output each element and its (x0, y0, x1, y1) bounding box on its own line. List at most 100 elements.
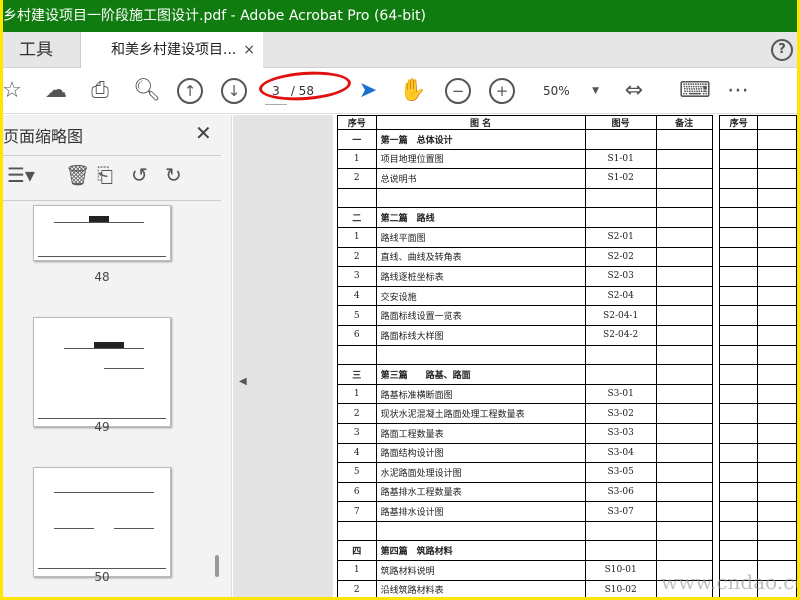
row-code (584, 207, 657, 228)
close-tab-icon[interactable]: × (243, 32, 255, 68)
row-remark (655, 501, 713, 522)
row-no-2 (719, 520, 758, 542)
row-remark (655, 266, 713, 287)
row-name: 项目地理位置图 (375, 148, 586, 170)
row-name (375, 520, 586, 542)
row-no-2 (719, 383, 758, 405)
help-icon[interactable]: ? (771, 39, 793, 61)
thumb-mark (38, 418, 166, 419)
row-blank (757, 383, 797, 405)
find-zoom-icon[interactable]: 🔍︎ (133, 78, 161, 104)
gap (711, 501, 721, 522)
row-no: 1 (337, 560, 377, 581)
table-row: 2 直线、曲线及转角表 S2-02 (337, 246, 797, 268)
insert-page-icon[interactable]: ⎗ (97, 163, 113, 187)
row-name: 总说明书 (375, 168, 586, 189)
row-blank (757, 481, 797, 503)
row-remark (655, 364, 713, 385)
row-no-2 (719, 266, 758, 287)
thumbnail-label: 50 (94, 570, 110, 584)
next-page-icon[interactable]: ↓ (221, 78, 247, 104)
table-row: 3 路线逐桩坐标表 S2-03 (337, 266, 797, 287)
row-no-2 (719, 442, 758, 464)
row-no-2 (719, 207, 758, 228)
bookmark-star-icon[interactable]: ☆ (3, 78, 25, 104)
row-no-2 (719, 364, 758, 385)
page-thumbnail-50[interactable] (33, 467, 171, 577)
page-thumbnail-49[interactable] (33, 317, 171, 427)
row-code: S3-02 (584, 403, 657, 424)
row-blank (757, 462, 797, 483)
panel-scrollbar[interactable] (215, 555, 219, 577)
row-no: 2 (337, 168, 377, 189)
row-remark (655, 305, 713, 326)
row-name: 路线平面图 (375, 226, 586, 248)
table-row: 二第二篇 路线 (337, 207, 797, 228)
row-blank (757, 501, 797, 522)
table-row: 2 总说明书 S1-02 (337, 168, 797, 189)
gap (711, 227, 721, 248)
print-icon[interactable]: ⎙ (87, 78, 113, 104)
row-remark (655, 207, 713, 228)
rotate-right-icon[interactable]: ↻ (165, 163, 182, 187)
rotate-left-icon[interactable]: ↺ (131, 163, 148, 187)
header-name: 图 名 (375, 115, 586, 130)
options-menu-icon[interactable]: ☰▾ (7, 163, 35, 187)
collapse-panel-icon[interactable]: ◀ (239, 376, 247, 387)
gap (711, 325, 721, 346)
previous-page-icon[interactable]: ↑ (177, 78, 203, 104)
zoom-out-icon[interactable]: − (445, 78, 471, 104)
table-row: 四第四篇 筑路材料 (337, 540, 797, 562)
row-remark (655, 129, 713, 150)
header-code: 图号 (584, 115, 657, 130)
row-code (584, 129, 657, 150)
delete-page-icon[interactable]: 🗑︎ (65, 163, 90, 187)
row-code: S10-01 (584, 560, 657, 581)
close-panel-icon[interactable]: ✕ (195, 121, 212, 145)
row-no-2 (719, 148, 758, 170)
row-code (584, 364, 657, 385)
gap (711, 521, 721, 541)
row-no-2 (719, 324, 758, 346)
hand-tool-icon[interactable]: ✋ (399, 78, 426, 104)
gap (711, 384, 721, 404)
row-blank (757, 187, 797, 209)
thumb-mark (38, 568, 166, 569)
row-blank (757, 324, 797, 346)
page-fit-icon[interactable]: ⇔ (621, 78, 647, 104)
divider (3, 155, 221, 156)
upload-cloud-icon[interactable]: ☁ (43, 78, 69, 104)
tab-document[interactable]: 和美乡村建设项目... × (81, 32, 263, 69)
panel-toolbar: ☰▾ 🗑︎ ⎗ ↺ ↻ (3, 163, 221, 193)
row-code: S2-03 (584, 266, 657, 287)
row-no-2 (719, 481, 758, 503)
row-code (584, 540, 657, 562)
tab-tools[interactable]: 工具 (3, 32, 81, 68)
row-name: 第一篇 总体设计 (375, 129, 586, 150)
row-name: 沿线筑路材料表 (375, 579, 586, 597)
thumb-mark (54, 528, 94, 529)
row-remark (655, 442, 713, 464)
keyboard-scroll-icon[interactable]: ⌨ (679, 78, 711, 104)
more-options-icon[interactable]: ⋯ (725, 78, 751, 104)
gap (711, 482, 721, 502)
gap (711, 540, 721, 561)
row-name (375, 344, 586, 366)
row-name: 第二篇 路线 (375, 207, 586, 228)
table-row: 4 交安设施 S2-04 (337, 285, 797, 307)
thumb-mark (38, 256, 166, 257)
gap (711, 188, 721, 208)
table-row: 一第一篇 总体设计 (337, 129, 797, 150)
zoom-select[interactable]: 50% ▼ (533, 78, 603, 104)
row-blank (757, 129, 797, 150)
row-no-2 (719, 226, 758, 248)
page-thumbnail-48[interactable] (33, 205, 171, 261)
divider (3, 200, 221, 201)
row-no: 4 (337, 442, 377, 464)
select-cursor-icon[interactable]: ➤ (355, 78, 381, 104)
row-no: 3 (337, 422, 377, 444)
row-blank (757, 226, 797, 248)
row-no: 一 (337, 129, 377, 150)
zoom-in-icon[interactable]: + (489, 78, 515, 104)
table-row: 2 现状水泥混凝土路面处理工程数量表 S3-02 (337, 403, 797, 424)
